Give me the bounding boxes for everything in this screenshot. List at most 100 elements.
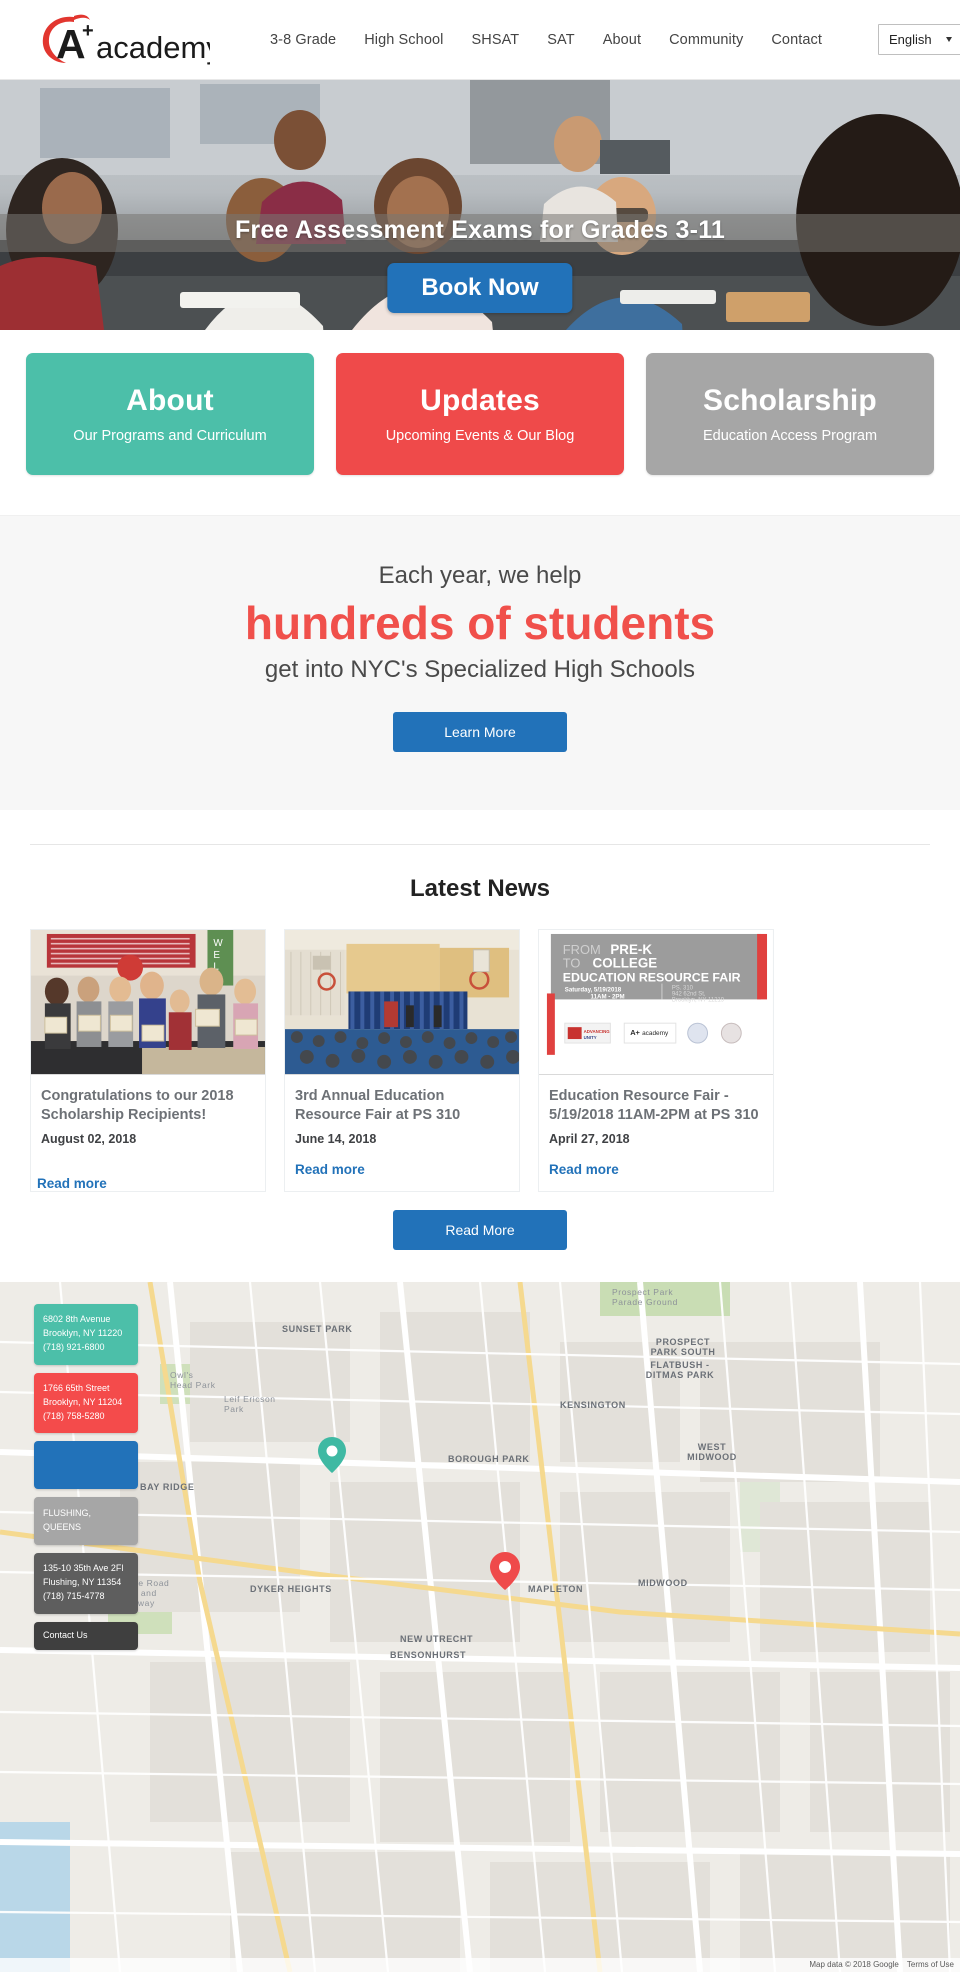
- google-map-canvas[interactable]: [0, 1281, 960, 1972]
- map-label-prospect-park-south: PROSPECT PARK SOUTH: [650, 1336, 716, 1357]
- nav-item-shsat[interactable]: SHSAT: [471, 32, 519, 48]
- stats-section: Each year, we help hundreds of students …: [0, 515, 960, 810]
- chevron-down-icon: [945, 37, 952, 42]
- learn-more-button[interactable]: Learn More: [393, 711, 567, 752]
- map-label-midwood: MIDWOOD: [638, 1577, 688, 1588]
- map-label-leif-ericson-park: Leif Ericson Park: [224, 1393, 276, 1414]
- svg-text:W: W: [213, 937, 223, 948]
- nav-item-sat[interactable]: SAT: [547, 32, 574, 48]
- news-read-more-button[interactable]: Read More: [393, 1209, 567, 1250]
- address-box-flushing-queens[interactable]: FLUSHING, QUEENS: [34, 1497, 138, 1546]
- location-address-list: 6802 8th Avenue Brooklyn, NY 11220 (718)…: [34, 1303, 138, 1658]
- feature-card-subtitle: Education Access Program: [702, 428, 878, 444]
- svg-text:TO: TO: [563, 955, 581, 970]
- news-read-more-link[interactable]: Read more: [37, 1176, 265, 1191]
- news-card-title: 3rd Annual Education Resource Fair at PS…: [295, 1087, 461, 1123]
- feature-card-updates[interactable]: Updates Upcoming Events & Our Blog: [336, 353, 624, 475]
- nav-item-high-school[interactable]: High School: [364, 32, 443, 48]
- nav-item-contact[interactable]: Contact: [771, 32, 822, 48]
- map-pin-red[interactable]: [490, 1551, 520, 1590]
- news-more-wrapper: Read More: [30, 1192, 930, 1282]
- map-label-mapleton: MAPLETON: [528, 1583, 584, 1594]
- section-divider: [30, 843, 930, 845]
- news-card-title: Education Resource Fair - 5/19/2018 11AM…: [549, 1087, 759, 1123]
- news-card-title: Congratulations to our 2018 Scholarship …: [41, 1087, 234, 1123]
- address-box-65th-street[interactable]: 1766 65th Street Brooklyn, NY 11204 (718…: [34, 1372, 138, 1434]
- address-box-35th-ave[interactable]: 135-10 35th Ave 2Fl Flushing, NY 11354 (…: [34, 1553, 138, 1615]
- feature-card-subtitle: Upcoming Events & Our Blog: [385, 428, 575, 444]
- address-phone: (718) 715-4778: [43, 1591, 105, 1602]
- book-now-button[interactable]: Book Now: [387, 263, 573, 313]
- news-image-1: W E L C: [31, 929, 265, 1075]
- address-line: 135-10 35th Ave 2Fl: [43, 1563, 124, 1574]
- feature-card-title: Updates: [420, 384, 540, 417]
- svg-text:PRE-K: PRE-K: [610, 941, 652, 956]
- map-label-sunset-park: SUNSET PARK: [282, 1323, 353, 1334]
- news-card-date: June 14, 2018: [295, 1131, 377, 1146]
- address-box-blue[interactable]: [34, 1441, 138, 1490]
- news-card[interactable]: 3rd Annual Education Resource Fair at PS…: [284, 928, 520, 1192]
- locations-map-section[interactable]: SUNSET PARK PROSPECT PARK SOUTH Prospect…: [0, 1281, 960, 1972]
- address-line: Flushing, NY 11354: [43, 1577, 122, 1588]
- address-phone: (718) 921-6800: [43, 1341, 105, 1352]
- news-card-body: Education Resource Fair - 5/19/2018 11AM…: [539, 1075, 773, 1191]
- svg-text:COLLEGE: COLLEGE: [593, 955, 658, 970]
- map-label-bensonhurst: BENSONHURST: [390, 1649, 467, 1660]
- map-label-owls-head-park: Owl's Head Park: [170, 1369, 216, 1390]
- nav-item-about[interactable]: About: [603, 32, 641, 48]
- feature-card-title: About: [126, 384, 214, 417]
- address-line: Brooklyn, NY 11204: [43, 1396, 123, 1407]
- news-read-more-link[interactable]: Read more: [549, 1162, 763, 1177]
- map-data-credit: Map data © 2018 Google: [809, 1960, 899, 1970]
- svg-text:academy: academy: [642, 1030, 669, 1037]
- map-label-west-midwood: WEST MIDWOOD: [687, 1441, 737, 1462]
- news-image-2: [285, 929, 519, 1075]
- nav-item-community[interactable]: Community: [669, 32, 743, 48]
- hero-banner: Free Assessment Exams for Grades 3-11 Bo…: [0, 80, 960, 330]
- map-label-new-utrecht: NEW UTRECHT: [400, 1633, 474, 1644]
- address-line: Brooklyn, NY 11220: [43, 1327, 123, 1338]
- news-thumbnail-scholarship-recipients: W E L C: [31, 929, 265, 1075]
- news-read-more-link[interactable]: Read more: [295, 1162, 509, 1177]
- contact-us-button[interactable]: Contact Us: [34, 1622, 138, 1651]
- main-navigation: 3-8 Grade High School SHSAT SAT About Co…: [270, 24, 960, 55]
- svg-text:Brooklyn, NY 11219: Brooklyn, NY 11219: [672, 997, 725, 1003]
- nav-item-3-8-grade[interactable]: 3-8 Grade: [270, 32, 336, 48]
- map-pin-teal[interactable]: [318, 1436, 346, 1473]
- stats-line-3: get into NYC's Specialized High Schools: [264, 655, 696, 683]
- feature-card-title: Scholarship: [703, 384, 877, 417]
- news-image-3: FROM PRE-K TO COLLEGE EDUCATION RESOURCE…: [539, 929, 773, 1075]
- feature-cards: About Our Programs and Curriculum Update…: [0, 330, 960, 515]
- feature-card-about[interactable]: About Our Programs and Curriculum: [26, 353, 314, 475]
- svg-text:+: +: [82, 20, 94, 42]
- news-card[interactable]: FROM PRE-K TO COLLEGE EDUCATION RESOURCE…: [538, 928, 774, 1192]
- address-line: FLUSHING, QUEENS: [43, 1508, 92, 1533]
- svg-text:11AM - 2PM: 11AM - 2PM: [591, 993, 625, 1000]
- address-box-8th-avenue[interactable]: 6802 8th Avenue Brooklyn, NY 11220 (718)…: [34, 1303, 138, 1365]
- latest-news-heading: Latest News: [409, 874, 551, 902]
- map-label-dyker-heights: DYKER HEIGHTS: [250, 1583, 332, 1594]
- stats-line-1: Each year, we help: [378, 562, 582, 589]
- stats-highlight: hundreds of students: [244, 597, 716, 649]
- news-card-body: 3rd Annual Education Resource Fair at PS…: [285, 1075, 519, 1191]
- svg-text:academy: academy: [96, 30, 210, 65]
- svg-text:E: E: [213, 949, 220, 960]
- address-phone: (718) 758-5280: [43, 1410, 105, 1421]
- news-thumbnail-resource-fair-auditorium: [285, 929, 519, 1075]
- logo-icon: A + academy: [42, 14, 210, 67]
- news-thumbnail-resource-fair-flyer: FROM PRE-K TO COLLEGE EDUCATION RESOURCE…: [539, 929, 773, 1075]
- map-terms-of-use-link[interactable]: Terms of Use: [907, 1960, 954, 1969]
- svg-text:EDUCATION RESOURCE FAIR: EDUCATION RESOURCE FAIR: [563, 970, 741, 984]
- svg-text:UNITY: UNITY: [584, 1035, 597, 1040]
- svg-text:FROM: FROM: [563, 941, 601, 956]
- svg-text:A+: A+: [630, 1028, 640, 1037]
- news-card[interactable]: W E L Congratulations to our 2018 Schola…: [30, 928, 266, 1192]
- map-label-flatbush-ditmas-park: FLATBUSH - DITMAS PARK: [645, 1359, 715, 1380]
- language-selector[interactable]: English: [878, 24, 960, 55]
- language-selected-value: English: [889, 32, 932, 47]
- site-logo[interactable]: A + academy: [30, 10, 210, 70]
- map-label-prospect-park-parade-ground: Prospect Park Parade Ground: [612, 1286, 678, 1307]
- feature-card-scholarship[interactable]: Scholarship Education Access Program: [646, 353, 934, 475]
- feature-card-subtitle: Our Programs and Curriculum: [73, 428, 267, 444]
- page-root: A + academy 3-8 Grade High School SHSAT …: [0, 0, 960, 1972]
